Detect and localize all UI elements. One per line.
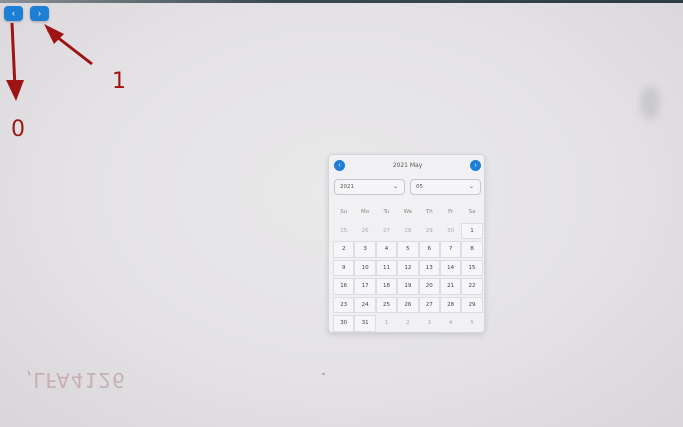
calendar-day[interactable]: 20 [418, 278, 440, 295]
calendar-day[interactable]: 4 [375, 241, 398, 258]
calendar-day[interactable]: 9 [333, 259, 355, 276]
screen-smudge [640, 86, 660, 120]
calendar-day-outside-month[interactable]: 4 [440, 315, 461, 332]
background-mirrored-text: ,LFA4126 [26, 368, 126, 392]
calendar-grid: Su Mo Tu We Th Fr Sa 25 26 27 28 29 30 1… [333, 203, 483, 333]
calendar-title: 2021 May [392, 162, 423, 169]
calendar-day[interactable]: 2 [333, 241, 355, 258]
calendar-day[interactable]: 28 [439, 296, 462, 313]
calendar-week-row: 16 17 18 19 20 21 22 [333, 277, 483, 296]
calendar-day-outside-month[interactable]: 3 [419, 315, 440, 332]
chevron-down-icon: ⌄ [392, 183, 398, 190]
screen-speck [322, 373, 325, 375]
calendar-day[interactable]: 31 [354, 315, 376, 332]
calendar-day-outside-month[interactable]: 5 [461, 315, 482, 332]
calendar-day[interactable]: 1 [461, 222, 483, 239]
month-select[interactable]: 05 ⌄ [410, 179, 481, 195]
year-select[interactable]: 2021 ⌄ [334, 179, 405, 195]
calendar-day[interactable]: 24 [354, 296, 376, 313]
calendar-week-row: 23 24 25 26 27 28 29 [333, 296, 483, 315]
calendar-day[interactable]: 13 [418, 259, 440, 276]
calendar-week-row: 30 31 1 2 3 4 5 [333, 314, 483, 333]
calendar-day-outside-month[interactable]: 25 [333, 223, 354, 240]
date-picker-calendar: ‹ 2021 May › 2021 ⌄ 05 ⌄ Su Mo Tu We Th … [328, 154, 485, 333]
weekday-header-row: Su Mo Tu We Th Fr Sa [333, 203, 483, 222]
calendar-day-outside-month[interactable]: 29 [419, 223, 440, 240]
calendar-week-row: 2 3 4 5 6 7 8 [333, 240, 483, 259]
calendar-day[interactable]: 12 [397, 259, 419, 276]
annotation-label-1: 1 [112, 69, 126, 94]
annotation-arrow-0 [10, 22, 17, 89]
calendar-day[interactable]: 16 [333, 278, 355, 295]
calendar-day[interactable]: 7 [439, 241, 462, 258]
calendar-day[interactable]: 10 [354, 259, 376, 276]
calendar-day-outside-month[interactable]: 1 [376, 315, 397, 332]
calendar-day[interactable]: 25 [375, 296, 398, 313]
calendar-day-outside-month[interactable]: 28 [397, 223, 418, 240]
calendar-day[interactable]: 3 [354, 241, 376, 258]
chevron-right-icon: › [474, 162, 477, 169]
calendar-day[interactable]: 19 [397, 278, 419, 295]
calendar-day-outside-month[interactable]: 26 [354, 223, 375, 240]
annotation-label-0: 0 [11, 117, 25, 142]
weekday-label: Mo [361, 209, 370, 215]
year-select-value: 2021 [340, 184, 354, 190]
calendar-day-outside-month[interactable]: 2 [397, 315, 418, 332]
calendar-day[interactable]: 29 [461, 296, 483, 313]
calendar-day[interactable]: 5 [397, 241, 419, 258]
weekday-label: We [403, 209, 413, 215]
calendar-day[interactable]: 22 [461, 278, 483, 295]
month-select-value: 05 [416, 184, 423, 190]
calendar-day-outside-month[interactable]: 30 [440, 223, 461, 240]
annotation-arrowhead-0 [6, 80, 24, 101]
calendar-day[interactable]: 11 [375, 259, 398, 276]
calendar-week-row: 9 10 11 12 13 14 15 [333, 259, 483, 278]
calendar-day[interactable]: 26 [397, 296, 419, 313]
calendar-next-month-button[interactable]: › [470, 160, 481, 171]
weekday-label: Su [340, 209, 348, 215]
calendar-day[interactable]: 15 [461, 259, 483, 276]
chevron-down-icon: ⌄ [468, 183, 474, 190]
calendar-day[interactable]: 18 [375, 278, 398, 295]
weekday-label: Sa [468, 209, 476, 215]
calendar-day[interactable]: 14 [439, 259, 462, 276]
calendar-day[interactable]: 6 [418, 241, 440, 258]
weekday-label: Tu [383, 209, 390, 215]
weekday-label: Th [425, 209, 433, 215]
calendar-day[interactable]: 27 [418, 296, 440, 313]
weekday-label: Fr [448, 209, 454, 215]
calendar-day[interactable]: 30 [333, 315, 355, 332]
calendar-day[interactable]: 17 [354, 278, 376, 295]
calendar-day[interactable]: 21 [439, 278, 462, 295]
calendar-day[interactable]: 8 [461, 241, 483, 258]
calendar-day-outside-month[interactable]: 27 [376, 223, 397, 240]
calendar-day[interactable]: 23 [333, 296, 355, 313]
calendar-week-row: 25 26 27 28 29 30 1 [333, 222, 483, 241]
